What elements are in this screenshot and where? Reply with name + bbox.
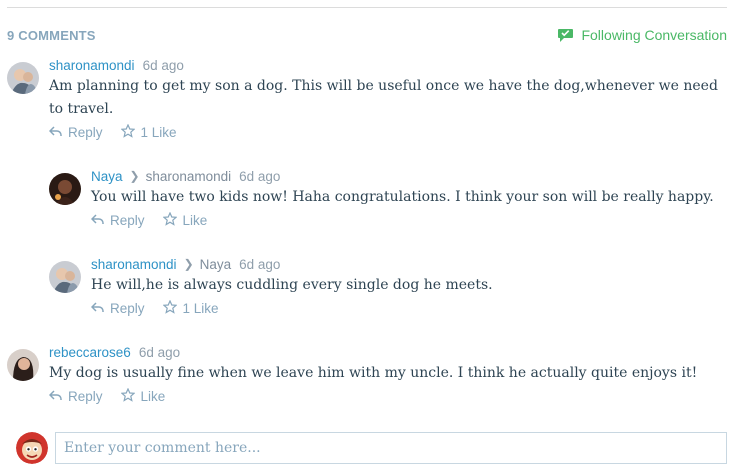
reply-arrow-icon: [90, 213, 104, 228]
chevron-right-icon: ❯: [129, 169, 140, 183]
like-label: Like: [182, 213, 208, 228]
reply-arrow-icon: [90, 301, 104, 316]
follow-conversation-button[interactable]: Following Conversation: [557, 27, 727, 43]
star-icon: [162, 211, 177, 229]
comment-date[interactable]: 6d ago: [143, 58, 184, 73]
parent-author-link[interactable]: Naya: [200, 257, 232, 272]
comment-text-line: My dog is usually fine when we leave him…: [49, 365, 698, 381]
comment-text-line: He will,he is always cuddling every sing…: [91, 277, 493, 293]
reply-arrow-icon: [48, 389, 62, 404]
avatar: [7, 349, 39, 381]
like-label: 1 Like: [140, 125, 177, 140]
like-button[interactable]: 1 Like: [162, 299, 219, 317]
reply-button[interactable]: Reply: [90, 213, 145, 228]
avatar: [49, 173, 81, 205]
comments-section: 9 COMMENTS Following Conversation sharon: [0, 0, 734, 475]
comments-header: 9 COMMENTS Following Conversation: [7, 24, 727, 46]
avatar: [7, 62, 39, 94]
comment-text: He will,he is always cuddling every sing…: [91, 274, 493, 297]
like-button[interactable]: Like: [120, 387, 166, 405]
parent-author-link[interactable]: sharonamondi: [146, 169, 232, 184]
comment-date[interactable]: 6d ago: [139, 345, 180, 360]
comment-composer: [16, 432, 727, 466]
reply-button[interactable]: Reply: [48, 125, 103, 140]
follow-conversation-label: Following Conversation: [581, 27, 727, 43]
speech-bubble-icon: [557, 28, 574, 43]
reply-button[interactable]: Reply: [90, 301, 145, 316]
reply-button[interactable]: Reply: [48, 389, 103, 404]
author-link[interactable]: sharonamondi: [49, 58, 135, 73]
comment-text-line: Am planning to get my son a dog. This wi…: [49, 78, 718, 94]
like-label: Like: [140, 389, 166, 404]
comment-actions: Reply 1 Like: [90, 299, 219, 317]
chevron-right-icon: ❯: [183, 257, 194, 271]
comment-date[interactable]: 6d ago: [239, 257, 280, 272]
comment-actions: Reply Like: [48, 387, 166, 405]
comment-actions: Reply Like: [90, 211, 208, 229]
comment: rebeccarose6 6d ago My dog is usually fi…: [7, 343, 727, 408]
reply-arrow-icon: [48, 125, 62, 140]
avatar: [49, 261, 81, 293]
author-link[interactable]: rebeccarose6: [49, 345, 131, 360]
star-icon: [120, 123, 135, 141]
star-icon: [120, 387, 135, 405]
comment-text-line: You will have two kids now! Haha congrat…: [91, 189, 714, 205]
comment-reply: sharonamondi ❯ Naya 6d ago He will,he is…: [49, 255, 729, 320]
comment-text: You will have two kids now! Haha congrat…: [91, 186, 714, 209]
reply-label: Reply: [68, 125, 103, 140]
comment-text: Am planning to get my son a dog. This wi…: [49, 75, 718, 121]
comment-meta: sharonamondi 6d ago: [49, 56, 184, 74]
like-button[interactable]: 1 Like: [120, 123, 177, 141]
author-link[interactable]: sharonamondi: [91, 257, 177, 272]
comment-reply: Naya ❯ sharonamondi 6d ago You will have…: [49, 167, 729, 232]
reply-label: Reply: [110, 213, 145, 228]
reply-label: Reply: [68, 389, 103, 404]
like-label: 1 Like: [182, 301, 219, 316]
divider: [7, 7, 727, 8]
like-button[interactable]: Like: [162, 211, 208, 229]
comment-meta: sharonamondi ❯ Naya 6d ago: [91, 255, 280, 273]
comment-date[interactable]: 6d ago: [239, 169, 280, 184]
comment-text: My dog is usually fine when we leave him…: [49, 362, 697, 385]
comment-input[interactable]: [55, 432, 727, 464]
comment-actions: Reply 1 Like: [48, 123, 177, 141]
star-icon: [162, 299, 177, 317]
comment-count: 9 COMMENTS: [7, 27, 96, 43]
comment-meta: Naya ❯ sharonamondi 6d ago: [91, 167, 280, 185]
comment-text-line: to travel.: [49, 101, 114, 117]
author-link[interactable]: Naya: [91, 169, 123, 184]
comment-meta: rebeccarose6 6d ago: [49, 343, 180, 361]
reply-label: Reply: [110, 301, 145, 316]
comment: sharonamondi 6d ago Am planning to get m…: [7, 56, 727, 146]
current-user-avatar: [16, 432, 48, 464]
